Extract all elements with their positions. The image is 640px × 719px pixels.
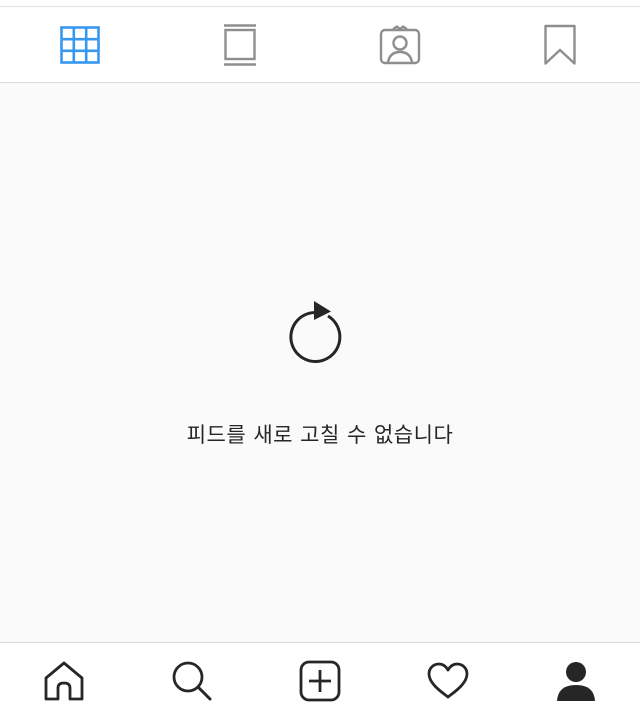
add-post-icon <box>299 660 341 702</box>
nav-profile[interactable] <box>546 651 606 711</box>
heart-icon <box>427 662 469 699</box>
tab-igtv[interactable] <box>210 15 270 75</box>
top-divider <box>0 0 640 7</box>
tab-tagged[interactable] <box>370 15 430 75</box>
bookmark-icon <box>544 24 576 65</box>
grid-icon <box>60 25 100 64</box>
profile-tab-bar <box>0 7 640 83</box>
nav-new-post[interactable] <box>290 651 350 711</box>
igtv-icon <box>224 23 256 66</box>
feed-area: 피드를 새로 고칠 수 없습니다 <box>0 83 640 642</box>
home-icon <box>44 661 84 701</box>
app-root: 피드를 새로 고칠 수 없습니다 <box>0 0 640 719</box>
refresh-icon <box>289 301 342 363</box>
nav-search[interactable] <box>162 651 222 711</box>
refresh-button[interactable] <box>285 296 353 366</box>
tab-saved[interactable] <box>530 15 590 75</box>
tab-grid[interactable] <box>50 15 110 75</box>
tagged-person-icon <box>379 24 421 64</box>
feed-error-message: 피드를 새로 고칠 수 없습니다 <box>186 423 454 447</box>
nav-home[interactable] <box>34 651 94 711</box>
profile-icon <box>557 662 595 701</box>
search-icon <box>172 661 212 701</box>
bottom-navigation <box>0 642 640 719</box>
nav-activity[interactable] <box>418 651 478 711</box>
